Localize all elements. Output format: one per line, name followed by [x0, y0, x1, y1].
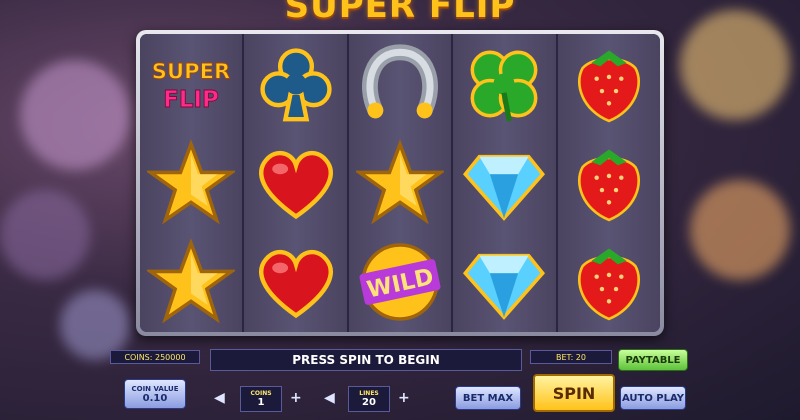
spin-button[interactable]: SPIN — [533, 374, 615, 412]
game-logo: SUPER FLIP — [284, 0, 516, 26]
lines-title: LINES — [359, 390, 379, 397]
paytable-button[interactable]: PAYTABLE — [618, 349, 688, 371]
bokeh-light — [0, 190, 90, 280]
svg-text:FLIP: FLIP — [163, 87, 218, 113]
reel-grid: SUPER FLIP WILD — [140, 34, 660, 332]
coins-increase-button[interactable]: + — [290, 390, 302, 406]
coin-value: 0.10 — [142, 392, 168, 404]
club-icon — [244, 34, 346, 133]
reel-4 — [453, 34, 558, 332]
reel-frame: SUPER FLIP WILD — [136, 30, 664, 336]
diamond-icon — [453, 133, 555, 232]
super-flip-logo-icon: SUPER FLIP — [140, 34, 242, 133]
strawberry-icon — [558, 233, 660, 332]
wild-icon: WILD — [349, 233, 451, 332]
horseshoe-icon — [349, 34, 451, 133]
bet-max-button[interactable]: BET MAX — [455, 386, 521, 410]
diamond-icon — [453, 233, 555, 332]
coin-value-button[interactable]: COIN VALUE 0.10 — [124, 379, 186, 409]
lines-value: 20 — [362, 397, 376, 408]
bokeh-light — [680, 10, 790, 120]
heart-icon — [244, 233, 346, 332]
star-icon — [140, 133, 242, 232]
svg-text:SUPER: SUPER — [152, 58, 231, 83]
strawberry-icon — [558, 34, 660, 133]
coins-value: 1 — [257, 397, 265, 408]
auto-play-button[interactable]: AUTO PLAY — [620, 386, 686, 410]
coin-value-label: COIN VALUE — [131, 384, 179, 393]
bet-display: BET: 20 — [530, 350, 612, 364]
strawberry-icon — [558, 133, 660, 232]
bokeh-light — [20, 60, 130, 170]
star-icon — [349, 133, 451, 232]
clover-icon — [453, 34, 555, 133]
lines-increase-button[interactable]: + — [398, 390, 410, 406]
coins-decrease-button[interactable]: ◀ — [214, 390, 225, 406]
coins-selector: COINS 1 — [240, 386, 282, 412]
lines-decrease-button[interactable]: ◀ — [324, 390, 335, 406]
reel-2 — [244, 34, 349, 332]
reel-1: SUPER FLIP — [140, 34, 245, 332]
message-bar: PRESS SPIN TO BEGIN — [210, 349, 522, 371]
star-icon — [140, 233, 242, 332]
coins-balance: COINS: 250000 — [110, 350, 200, 364]
reel-5 — [557, 34, 660, 332]
bokeh-light — [690, 180, 790, 280]
heart-icon — [244, 133, 346, 232]
lines-selector: LINES 20 — [348, 386, 390, 412]
reel-3: WILD — [348, 34, 454, 332]
coins-title: COINS — [250, 390, 272, 397]
